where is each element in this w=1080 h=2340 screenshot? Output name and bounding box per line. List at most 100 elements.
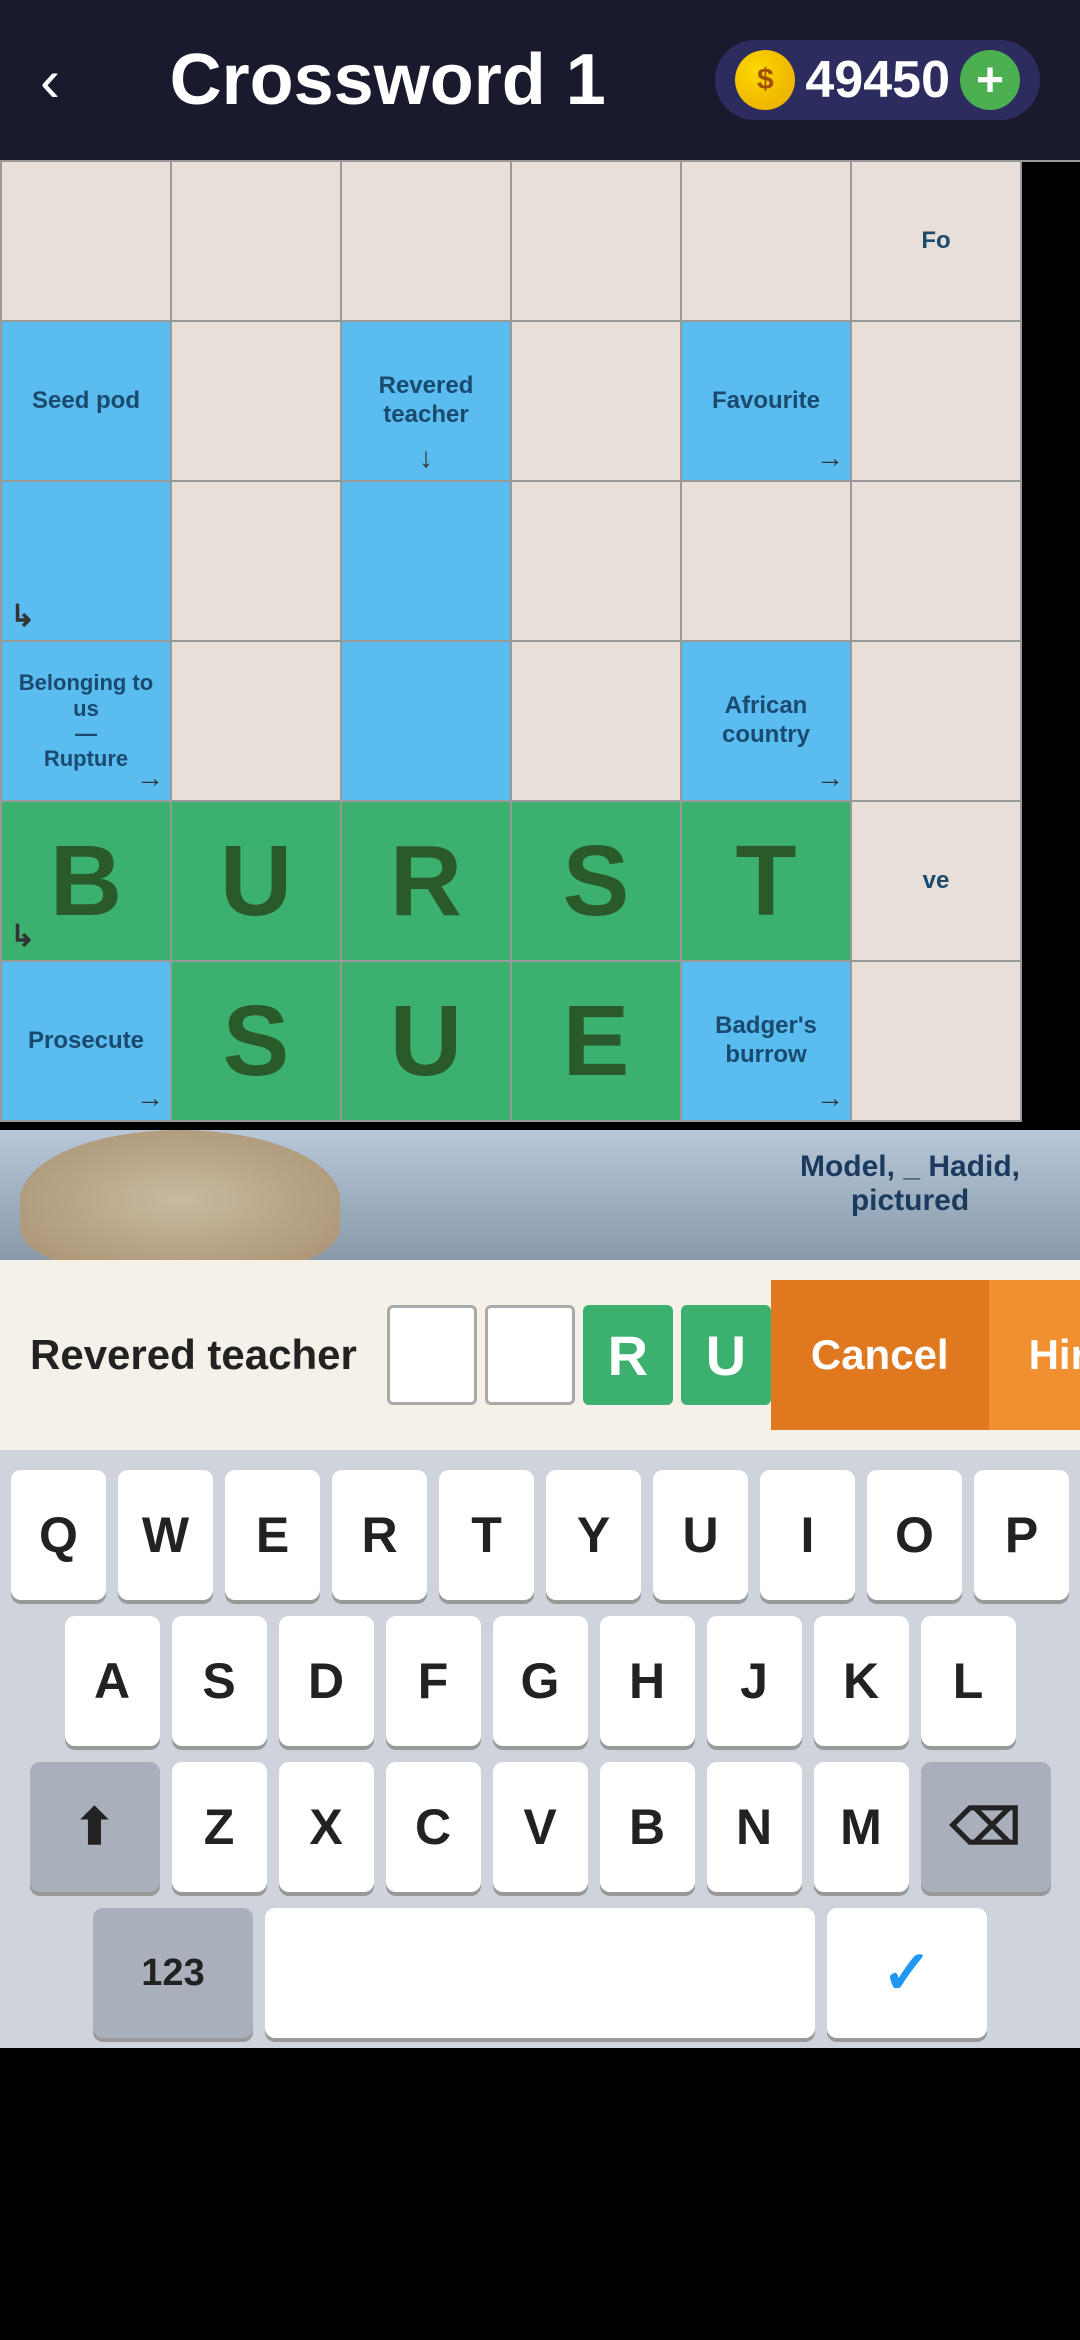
key-J[interactable]: J <box>707 1616 802 1746</box>
cell-2-2[interactable] <box>342 482 512 642</box>
key-backspace[interactable]: ⌫ <box>921 1762 1051 1892</box>
cell-1-2-revered[interactable]: Revered teacher <box>342 322 512 482</box>
key-Q[interactable]: Q <box>11 1470 106 1600</box>
coin-icon: $ <box>735 50 795 110</box>
letter-S2: S <box>223 984 290 1099</box>
cell-1-5[interactable] <box>852 322 1022 482</box>
cell-3-1[interactable] <box>172 642 342 802</box>
key-numeric[interactable]: 123 <box>93 1908 253 2038</box>
key-R[interactable]: R <box>332 1470 427 1600</box>
answer-box-4[interactable]: U <box>681 1305 771 1405</box>
key-I[interactable]: I <box>760 1470 855 1600</box>
answer-box-3[interactable]: R <box>583 1305 673 1405</box>
cell-4-1[interactable]: U <box>172 802 342 962</box>
clue-seed-pod: Seed pod <box>32 387 140 416</box>
key-U[interactable]: U <box>653 1470 748 1600</box>
key-E[interactable]: E <box>225 1470 320 1600</box>
key-N[interactable]: N <box>707 1762 802 1892</box>
grid-container: Fo Seed pod Revered teacher Favourite Be… <box>0 160 1080 1122</box>
cell-0-1[interactable] <box>172 162 342 322</box>
answer-box-1[interactable] <box>387 1305 477 1405</box>
cell-5-2[interactable]: U <box>342 962 512 1122</box>
photo-blob <box>20 1130 340 1260</box>
crossword-grid: Fo Seed pod Revered teacher Favourite Be… <box>0 160 1080 1130</box>
back-button[interactable]: ‹ <box>40 46 60 115</box>
key-L[interactable]: L <box>921 1616 1016 1746</box>
key-spacebar[interactable] <box>265 1908 815 2038</box>
keyboard-row-4: 123 ✓ <box>10 1908 1070 2038</box>
cell-3-2[interactable] <box>342 642 512 802</box>
key-X[interactable]: X <box>279 1762 374 1892</box>
letter-R: R <box>390 824 462 939</box>
cell-4-3[interactable]: S <box>512 802 682 962</box>
keyboard-row-1: Q W E R T Y U I O P <box>10 1470 1070 1600</box>
cell-1-4-favourite[interactable]: Favourite <box>682 322 852 482</box>
key-Z[interactable]: Z <box>172 1762 267 1892</box>
cell-0-4[interactable] <box>682 162 852 322</box>
cell-4-5[interactable]: ve <box>852 802 1022 962</box>
cell-5-0-prosecute[interactable]: Prosecute <box>2 962 172 1122</box>
clue-badger: Badger's burrow <box>686 1012 846 1070</box>
key-B[interactable]: B <box>600 1762 695 1892</box>
key-S[interactable]: S <box>172 1616 267 1746</box>
cell-4-0[interactable]: B <box>2 802 172 962</box>
checkmark-icon: ✓ <box>882 1938 932 2008</box>
cell-2-5[interactable] <box>852 482 1022 642</box>
key-W[interactable]: W <box>118 1470 213 1600</box>
cell-5-4-badger[interactable]: Badger's burrow <box>682 962 852 1122</box>
key-Y[interactable]: Y <box>546 1470 641 1600</box>
cell-5-3[interactable]: E <box>512 962 682 1122</box>
cell-1-3[interactable] <box>512 322 682 482</box>
cell-3-3[interactable] <box>512 642 682 802</box>
key-D[interactable]: D <box>279 1616 374 1746</box>
letter-S: S <box>563 824 630 939</box>
cell-4-4[interactable]: T <box>682 802 852 962</box>
cell-0-2[interactable] <box>342 162 512 322</box>
key-K[interactable]: K <box>814 1616 909 1746</box>
cell-1-0[interactable]: Seed pod <box>2 322 172 482</box>
coins-amount: 49450 <box>805 50 950 110</box>
answer-clue-text: Revered teacher <box>30 1331 357 1379</box>
cell-3-4-african[interactable]: African country <box>682 642 852 802</box>
key-F[interactable]: F <box>386 1616 481 1746</box>
key-O[interactable]: O <box>867 1470 962 1600</box>
photo-clue: Model, _ Hadid, pictured <box>760 1150 1060 1218</box>
cell-4-2[interactable]: R <box>342 802 512 962</box>
letter-E: E <box>563 984 630 1099</box>
answer-box-2[interactable] <box>485 1305 575 1405</box>
page-title: Crossword 1 <box>170 39 606 121</box>
cell-5-1[interactable]: S <box>172 962 342 1122</box>
cancel-button[interactable]: Cancel <box>771 1280 989 1430</box>
cell-5-5[interactable] <box>852 962 1022 1122</box>
cell-0-0[interactable] <box>2 162 172 322</box>
cell-1-1[interactable] <box>172 322 342 482</box>
key-P[interactable]: P <box>974 1470 1069 1600</box>
keyboard-row-2: A S D F G H J K L <box>10 1616 1070 1746</box>
cell-2-4[interactable] <box>682 482 852 642</box>
key-A[interactable]: A <box>65 1616 160 1746</box>
key-G[interactable]: G <box>493 1616 588 1746</box>
key-C[interactable]: C <box>386 1762 481 1892</box>
photo-area: Model, _ Hadid, pictured <box>0 1130 1080 1260</box>
letter-U: U <box>220 824 292 939</box>
cell-0-3[interactable] <box>512 162 682 322</box>
cell-2-0[interactable] <box>2 482 172 642</box>
hint-button[interactable]: Hint <box>989 1280 1080 1430</box>
clue-revered-teacher: Revered teacher <box>346 372 506 430</box>
top-bar: ‹ Crossword 1 $ 49450 + <box>0 0 1080 160</box>
key-H[interactable]: H <box>600 1616 695 1746</box>
key-confirm[interactable]: ✓ <box>827 1908 987 2038</box>
key-V[interactable]: V <box>493 1762 588 1892</box>
key-M[interactable]: M <box>814 1762 909 1892</box>
cell-3-0-belonging[interactable]: Belonging to us—Rupture <box>2 642 172 802</box>
cell-2-1[interactable] <box>172 482 342 642</box>
coins-badge: $ 49450 + <box>715 40 1040 120</box>
cell-3-5[interactable] <box>852 642 1022 802</box>
keyboard-row-3: ⬆ Z X C V B N M ⌫ <box>10 1762 1070 1892</box>
key-T[interactable]: T <box>439 1470 534 1600</box>
key-shift[interactable]: ⬆ <box>30 1762 160 1892</box>
answer-boxes: R U <box>387 1305 771 1405</box>
add-coins-button[interactable]: + <box>960 50 1020 110</box>
cell-0-5[interactable]: Fo <box>852 162 1022 322</box>
cell-2-3[interactable] <box>512 482 682 642</box>
